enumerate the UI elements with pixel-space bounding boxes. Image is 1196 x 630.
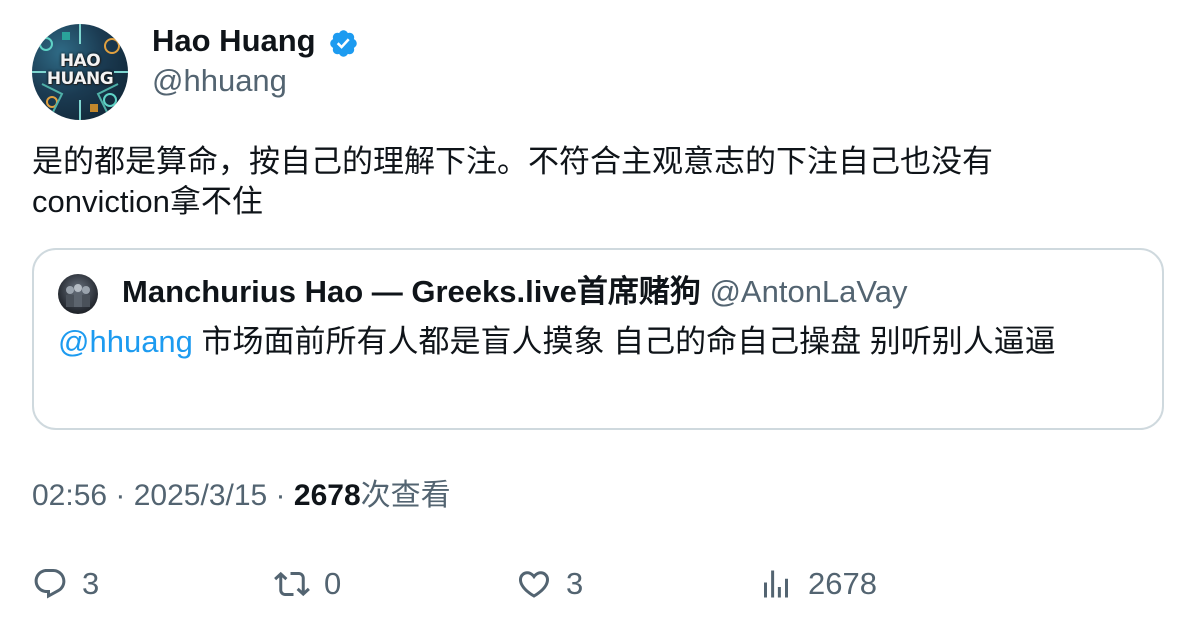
views-count: 2678	[293, 479, 361, 512]
quoted-author-line: Manchurius Hao — Greeks.live首席赌狗 @AntonL…	[122, 272, 908, 312]
tweet-text: 是的都是算命，按自己的理解下注。不符合主观意志的下注自己也没有 convicti…	[32, 144, 993, 219]
tweet-date[interactable]: 2025/3/15	[134, 479, 267, 512]
author-avatar[interactable]: HAO HUANG	[32, 24, 128, 120]
quoted-avatar-figures	[66, 284, 90, 307]
quoted-tweet-text: @hhuang 市场面前所有人都是盲人摸象 自己的命自己操盘 别听别人逼逼	[58, 320, 1056, 364]
repost-button[interactable]: 0	[274, 562, 341, 606]
reply-icon	[34, 569, 66, 599]
reply-button[interactable]: 3	[32, 562, 99, 606]
avatar-text-line1: HAO	[59, 51, 101, 71]
views-action-count: 2678	[808, 566, 877, 601]
views-label: 次查看	[360, 479, 451, 512]
quoted-tweet-card[interactable]: Manchurius Hao — Greeks.live首席赌狗 @AntonL…	[32, 248, 1164, 430]
like-count: 3	[566, 566, 584, 601]
tweet-time[interactable]: 02:56	[32, 479, 107, 512]
repost-icon	[274, 571, 310, 597]
reply-count: 3	[82, 566, 100, 601]
quoted-author-avatar[interactable]	[58, 274, 98, 314]
like-button[interactable]: 3	[516, 562, 583, 606]
quoted-mention-link[interactable]: @hhuang	[58, 324, 193, 359]
author-handle[interactable]: @hhuang	[152, 62, 287, 100]
avatar-text-line2: HUANG	[46, 69, 114, 89]
meta-separator: ·	[107, 479, 134, 512]
meta-separator: ·	[267, 479, 294, 512]
repost-count: 0	[324, 566, 342, 601]
tweet-meta: 02:56 · 2025/3/15 · 2678次查看	[32, 476, 451, 516]
author-name[interactable]: Hao Huang	[152, 22, 316, 60]
heart-icon	[518, 571, 550, 598]
quoted-author-name[interactable]: Manchurius Hao — Greeks.live首席赌狗	[122, 274, 701, 309]
verified-badge-icon[interactable]	[328, 28, 359, 59]
avatar-logo-text: HAO HUANG	[32, 52, 128, 88]
quoted-author-handle[interactable]: @AntonLaVay	[709, 274, 907, 309]
views-button[interactable]: 2678	[758, 562, 877, 606]
analytics-icon	[764, 570, 788, 598]
quoted-tweet-body: 市场面前所有人都是盲人摸象 自己的命自己操盘 别听别人逼逼	[192, 324, 1056, 359]
